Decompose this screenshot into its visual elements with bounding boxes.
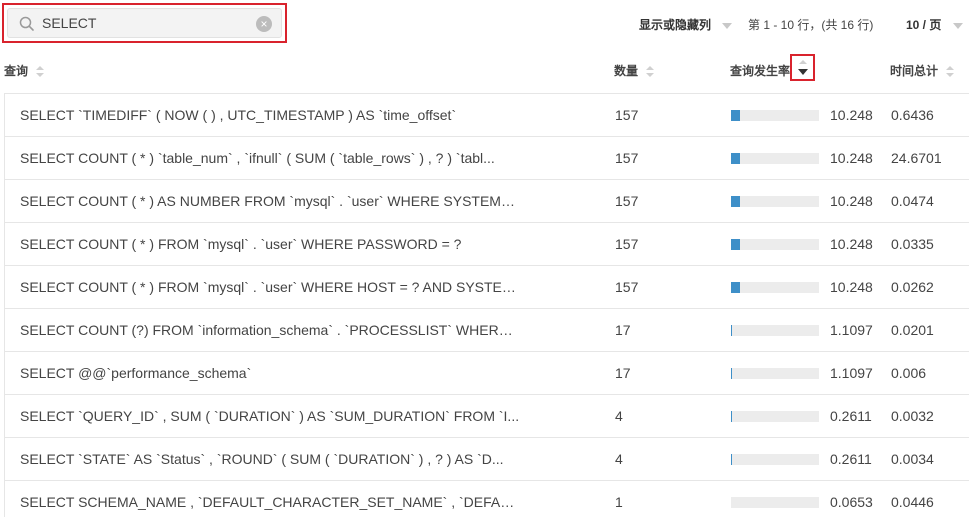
table-row[interactable]: SELECT COUNT (?) FROM `information_schem… (5, 309, 969, 352)
query-text: SELECT @@`performance_schema` (20, 365, 252, 381)
rate-bar (731, 196, 819, 207)
query-stats-page: × 显示或隐藏列 第 1 - 10 行，(共 16 行) 10 / 页 查询 数… (0, 0, 969, 517)
query-count: 157 (615, 193, 639, 209)
query-rate: 10.248 (830, 150, 873, 166)
query-text: SELECT `STATE` AS `Status` , `ROUND` ( S… (20, 451, 504, 467)
table-row[interactable]: SELECT COUNT ( * ) AS NUMBER FROM `mysql… (5, 180, 969, 223)
clear-icon[interactable]: × (256, 16, 272, 32)
chevron-down-icon (952, 22, 963, 29)
rate-bar-fill (731, 110, 740, 121)
table-row[interactable]: SELECT COUNT ( * ) FROM `mysql` . `user`… (5, 223, 969, 266)
column-header-query-label: 查询 (4, 64, 29, 78)
query-rate: 1.1097 (830, 365, 873, 381)
query-rate: 10.248 (830, 107, 873, 123)
search-box[interactable]: × (7, 8, 282, 38)
table-row[interactable]: SELECT SCHEMA_NAME , `DEFAULT_CHARACTER_… (5, 481, 969, 517)
rate-bar-fill (731, 153, 740, 164)
table-row[interactable]: SELECT `TIMEDIFF` ( NOW ( ) , UTC_TIMEST… (5, 94, 969, 137)
query-count: 157 (615, 107, 639, 123)
rate-bar-fill (731, 282, 740, 293)
query-rate: 0.2611 (830, 451, 872, 467)
query-table: SELECT `TIMEDIFF` ( NOW ( ) , UTC_TIMEST… (4, 93, 969, 517)
query-count: 157 (615, 150, 639, 166)
query-rate: 0.0653 (830, 494, 873, 510)
column-toggle-dropdown[interactable]: 显示或隐藏列 (639, 16, 733, 33)
query-text: SELECT COUNT ( * ) `table_num` , `ifnull… (20, 150, 495, 166)
rate-bar (731, 239, 819, 250)
query-rate: 10.248 (830, 193, 873, 209)
query-count: 17 (615, 322, 631, 338)
table-header: 查询 数量 查询发生率 时间总计 (0, 59, 969, 81)
sort-icon (646, 66, 655, 78)
sort-descending-icon[interactable] (790, 54, 815, 81)
query-total-time: 0.0335 (891, 236, 934, 252)
search-highlight: × (2, 3, 287, 43)
chevron-down-icon (722, 22, 733, 29)
rate-bar (731, 110, 819, 121)
query-total-time: 0.0034 (891, 451, 934, 467)
query-rate: 10.248 (830, 236, 873, 252)
query-text: SELECT SCHEMA_NAME , `DEFAULT_CHARACTER_… (20, 494, 520, 510)
query-count: 157 (615, 236, 639, 252)
sort-down-arrow (798, 69, 808, 75)
rate-bar-fill (731, 196, 740, 207)
query-count: 1 (615, 494, 623, 510)
column-header-total-label: 时间总计 (890, 64, 939, 78)
query-total-time: 0.0474 (891, 193, 934, 209)
query-rate: 1.1097 (830, 322, 873, 338)
query-total-time: 24.6701 (891, 150, 942, 166)
page-size-label: 10 / 页 (906, 18, 942, 32)
pagination-info: 第 1 - 10 行，(共 16 行) (748, 18, 874, 32)
rate-bar (731, 497, 819, 508)
column-toggle-label: 显示或隐藏列 (639, 18, 712, 32)
rate-bar (731, 411, 819, 422)
table-row[interactable]: SELECT `QUERY_ID` , SUM ( `DURATION` ) A… (5, 395, 969, 438)
query-rate: 10.248 (830, 279, 873, 295)
query-text: SELECT COUNT ( * ) FROM `mysql` . `user`… (20, 279, 520, 295)
column-header-total[interactable]: 时间总计 (890, 62, 955, 79)
query-text: SELECT `QUERY_ID` , SUM ( `DURATION` ) A… (20, 408, 520, 424)
column-header-query[interactable]: 查询 (4, 62, 45, 79)
query-text: SELECT COUNT ( * ) AS NUMBER FROM `mysql… (20, 193, 520, 209)
query-total-time: 0.0446 (891, 494, 934, 510)
column-header-count[interactable]: 数量 (614, 62, 655, 79)
table-row[interactable]: SELECT @@`performance_schema` 17 1.1097 0.0… (5, 352, 969, 395)
column-header-count-label: 数量 (614, 64, 639, 78)
query-rate: 0.2611 (830, 408, 872, 424)
rate-bar (731, 325, 819, 336)
page-size-select[interactable]: 10 / 页 (906, 16, 963, 33)
sort-icon (36, 66, 45, 78)
search-icon (19, 16, 34, 31)
rate-bar (731, 454, 819, 465)
sort-icon (946, 66, 955, 78)
rate-bar (731, 153, 819, 164)
table-row[interactable]: SELECT COUNT ( * ) FROM `mysql` . `user`… (5, 266, 969, 309)
query-count: 4 (615, 408, 623, 424)
query-total-time: 0.0262 (891, 279, 934, 295)
query-total-time: 0.006 (891, 365, 927, 381)
column-header-rate-label: 查询发生率 (730, 64, 791, 78)
query-text: SELECT COUNT (?) FROM `information_schem… (20, 322, 520, 338)
sort-up-arrow (799, 60, 807, 64)
query-count: 4 (615, 451, 623, 467)
query-text: SELECT `TIMEDIFF` ( NOW ( ) , UTC_TIMEST… (20, 107, 457, 123)
rate-bar-fill (731, 411, 732, 422)
rate-bar-fill (731, 368, 732, 379)
query-text: SELECT COUNT ( * ) FROM `mysql` . `user`… (20, 236, 462, 252)
rate-bar-fill (731, 239, 740, 250)
query-count: 157 (615, 279, 639, 295)
rate-bar-fill (731, 454, 732, 465)
rate-bar (731, 368, 819, 379)
query-total-time: 0.6436 (891, 107, 934, 123)
query-total-time: 0.0201 (891, 322, 934, 338)
search-input[interactable] (42, 9, 252, 37)
table-row[interactable]: SELECT COUNT ( * ) `table_num` , `ifnull… (5, 137, 969, 180)
table-row[interactable]: SELECT `STATE` AS `Status` , `ROUND` ( S… (5, 438, 969, 481)
column-header-rate[interactable]: 查询发生率 (730, 62, 790, 79)
rate-bar (731, 282, 819, 293)
query-count: 17 (615, 365, 631, 381)
query-total-time: 0.0032 (891, 408, 934, 424)
rate-bar-fill (731, 325, 732, 336)
